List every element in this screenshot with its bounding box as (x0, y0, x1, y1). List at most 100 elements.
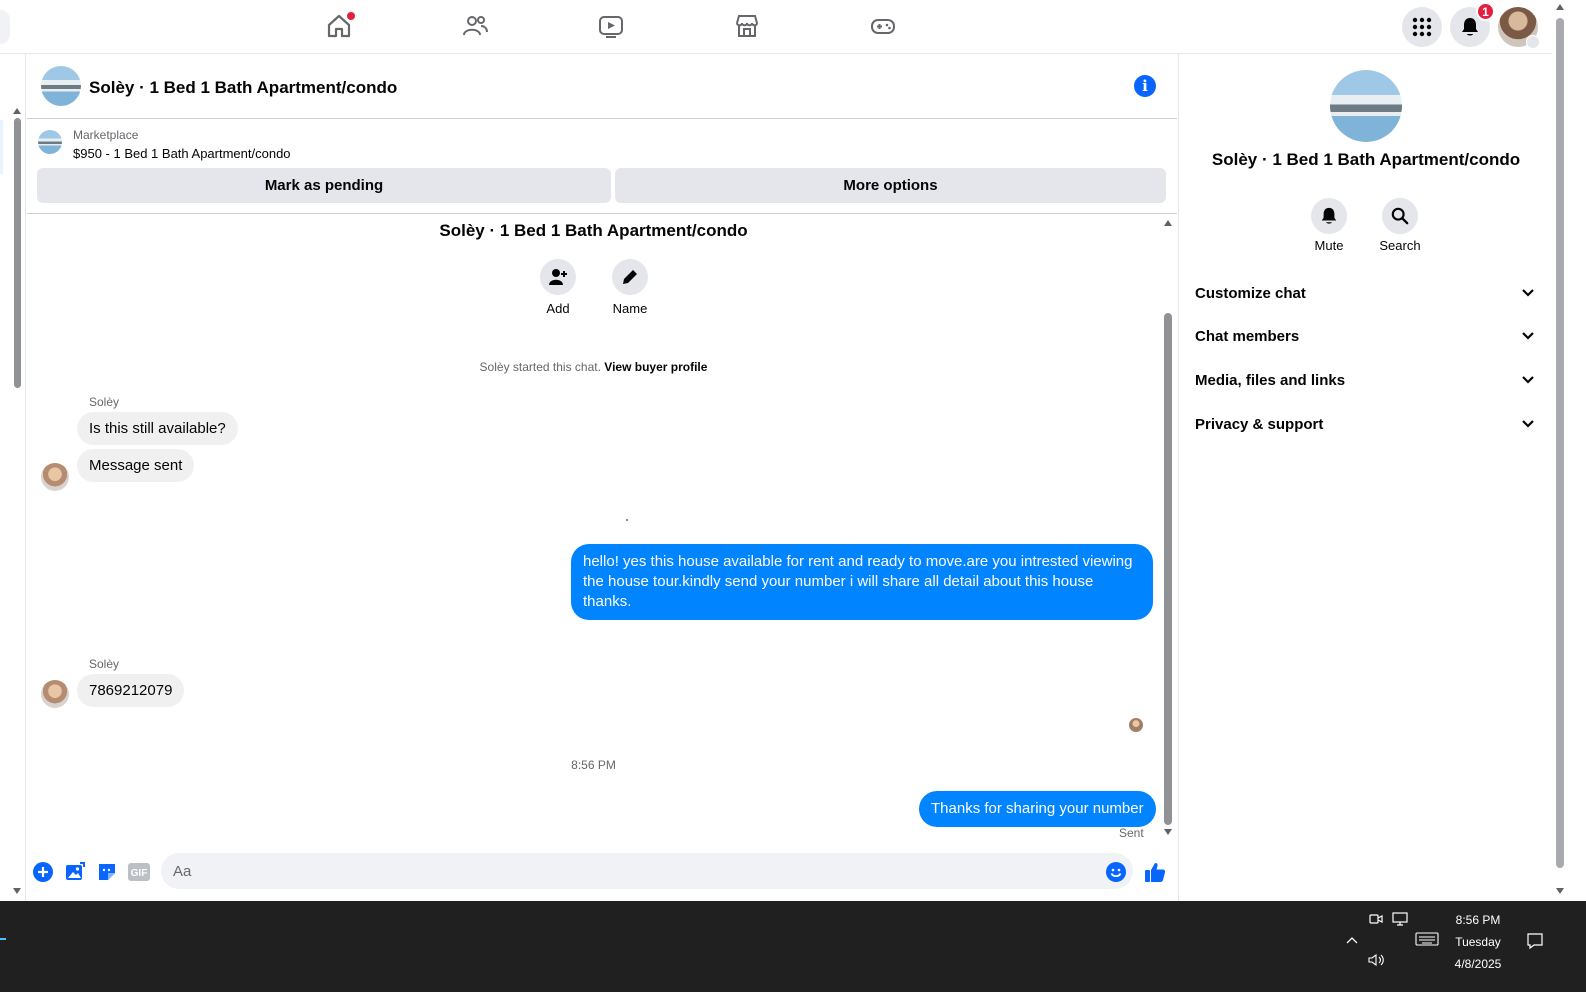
menu-button[interactable] (1402, 7, 1442, 47)
chevron-down-icon (1522, 289, 1534, 297)
mute-button[interactable] (1311, 198, 1347, 234)
search-icon (1391, 207, 1409, 225)
view-buyer-profile-link[interactable]: View buyer profile (604, 360, 707, 374)
emoji-button[interactable] (1105, 861, 1127, 883)
grid-icon (1412, 17, 1432, 37)
sticker-icon (99, 864, 115, 880)
message-status: Sent (1119, 826, 1144, 840)
info-icon[interactable]: i (1134, 75, 1156, 97)
message-bubble-incoming[interactable]: Is this still available? (77, 412, 238, 445)
home-notification-dot (347, 12, 355, 20)
name-label: Name (612, 301, 648, 316)
top-navigation: 1 (0, 0, 1568, 54)
seen-indicator-avatar (1129, 718, 1143, 732)
windows-taskbar: 8:56 PM Tuesday 4/8/2025 (0, 901, 1586, 992)
meet-now-icon[interactable] (1368, 911, 1384, 927)
page-scrollbar (1552, 0, 1568, 901)
chevron-down-icon (1522, 332, 1534, 340)
scroll-up-arrow-icon[interactable] (13, 108, 21, 114)
mute-label: Mute (1314, 238, 1344, 253)
volume-icon[interactable] (1366, 952, 1386, 968)
chat-started-notice: Solèy started this chat. View buyer prof… (27, 360, 1160, 374)
sticker-button[interactable] (96, 861, 118, 883)
home-icon[interactable] (325, 12, 355, 42)
page-scrollbar-thumb[interactable] (1556, 18, 1564, 868)
taskbar-day[interactable]: Tuesday (1443, 935, 1513, 949)
left-scroll-strip (0, 54, 26, 901)
section-label: Privacy & support (1195, 415, 1324, 433)
marketplace-icon[interactable] (733, 12, 763, 42)
chevron-down-icon (1522, 376, 1534, 384)
search-edge[interactable] (0, 10, 10, 44)
message-bubble-outgoing[interactable]: Thanks for sharing your number (919, 791, 1156, 827)
conversation-photo[interactable] (1330, 70, 1402, 142)
more-options-button[interactable]: More options (615, 168, 1166, 203)
marketplace-banner: Marketplace $950 - 1 Bed 1 Bath Apartmen… (27, 119, 1177, 214)
message-bubble-outgoing[interactable]: hello! yes this house available for rent… (571, 544, 1153, 620)
thread-title: Solèy · 1 Bed 1 Bath Apartment/condo (439, 221, 748, 240)
search-label: Search (1379, 238, 1421, 253)
sender-name: Solèy (89, 395, 120, 409)
listing-title[interactable]: $950 - 1 Bed 1 Bath Apartment/condo (73, 146, 291, 161)
chat-title[interactable]: Solèy · 1 Bed 1 Bath Apartment/condo (89, 78, 397, 98)
like-button[interactable] (1144, 861, 1166, 883)
friends-icon[interactable] (461, 12, 491, 42)
chevron-down-icon (1522, 420, 1534, 428)
message-timestamp: 8:56 PM (571, 758, 616, 772)
scroll-down-arrow-icon[interactable] (13, 888, 21, 894)
left-scrollbar-thumb[interactable] (14, 118, 21, 388)
pencil-icon (623, 270, 637, 284)
add-people-button[interactable] (540, 259, 576, 295)
chat-members-section[interactable]: Chat members (1187, 316, 1543, 356)
keyboard-icon[interactable] (1414, 931, 1440, 947)
message-input[interactable] (161, 853, 1133, 889)
customize-chat-section[interactable]: Customize chat (1187, 273, 1543, 313)
taskbar-date[interactable]: 4/8/2025 (1443, 957, 1513, 971)
message-thread: Solèy · 1 Bed 1 Bath Apartment/condo Add… (27, 215, 1177, 845)
gif-button[interactable]: GIF (128, 861, 150, 883)
message-bubble-incoming[interactable]: Message sent (77, 449, 195, 482)
section-label: Chat members (1195, 327, 1300, 345)
emoji-icon (1106, 862, 1126, 882)
section-label: Customize chat (1195, 284, 1306, 302)
taskbar-app-indicator (0, 938, 6, 940)
separator-dot (626, 519, 628, 521)
gif-icon: GIF (128, 863, 150, 881)
message-bubble-incoming[interactable]: 7869212079 (77, 674, 185, 707)
privacy-support-section[interactable]: Privacy & support (1187, 404, 1543, 444)
network-icon[interactable] (1391, 911, 1409, 927)
attach-photo-button[interactable] (64, 861, 86, 883)
video-icon[interactable] (597, 12, 627, 42)
listing-small-thumbnail[interactable] (38, 130, 62, 154)
add-person-icon (549, 269, 567, 285)
chat-header: Solèy · 1 Bed 1 Bath Apartment/condo i (27, 54, 1177, 119)
bell-icon (1462, 18, 1478, 36)
thumbs-up-icon (1145, 863, 1166, 882)
conversation-details-panel: Solèy · 1 Bed 1 Bath Apartment/condo Mut… (1178, 54, 1552, 901)
photo-icon (66, 862, 85, 880)
add-label: Add (546, 301, 570, 316)
page-scroll-down-icon[interactable] (1556, 888, 1564, 894)
selected-chat-indicator (0, 120, 3, 174)
thread-scrollbar-thumb[interactable] (1164, 313, 1172, 825)
svg-text:GIF: GIF (131, 868, 148, 879)
taskbar-time[interactable]: 8:56 PM (1443, 913, 1513, 927)
thread-scroll-up-icon[interactable] (1164, 220, 1172, 226)
chevron-up-icon[interactable] (1344, 933, 1360, 947)
thread-scroll-down-icon[interactable] (1164, 829, 1172, 835)
edit-name-button[interactable] (612, 259, 648, 295)
notification-badge: 1 (1476, 2, 1495, 21)
sender-avatar[interactable] (41, 680, 69, 708)
gaming-icon[interactable] (869, 12, 899, 42)
sender-avatar[interactable] (41, 463, 69, 491)
search-button[interactable] (1382, 198, 1418, 234)
plus-circle-icon (33, 862, 53, 882)
listing-thumbnail[interactable] (41, 66, 81, 106)
message-composer: GIF (27, 845, 1177, 901)
account-avatar[interactable] (1498, 7, 1540, 49)
more-actions-button[interactable] (32, 861, 54, 883)
page-scroll-up-icon[interactable] (1556, 4, 1564, 10)
notification-center-icon[interactable] (1525, 931, 1545, 951)
mark-as-pending-button[interactable]: Mark as pending (37, 168, 611, 203)
media-files-links-section[interactable]: Media, files and links (1187, 360, 1543, 400)
